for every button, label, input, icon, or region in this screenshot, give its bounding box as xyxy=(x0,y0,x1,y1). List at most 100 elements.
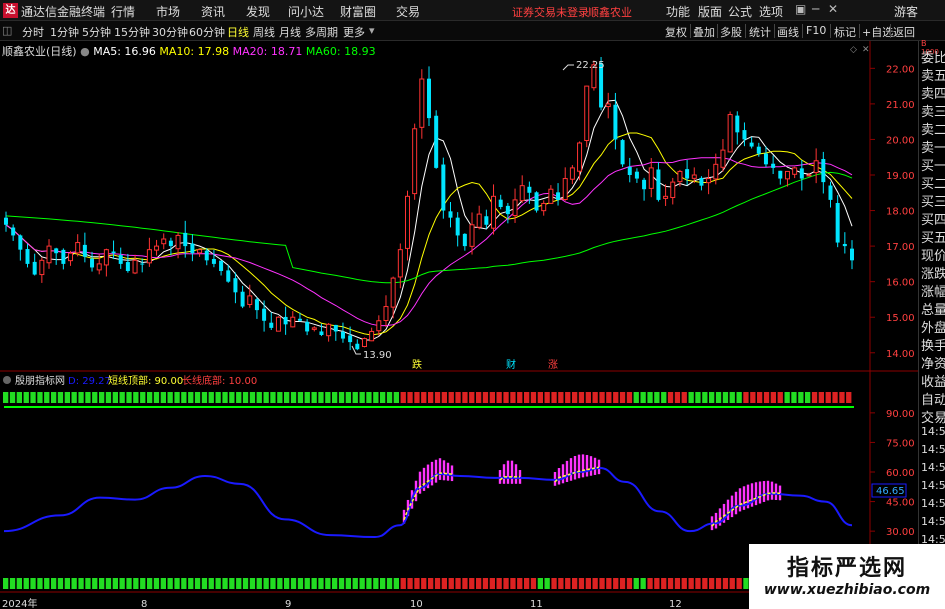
candle-body xyxy=(326,323,332,337)
side-panel-item[interactable]: 自动 xyxy=(921,389,945,408)
period-more[interactable]: 更多 xyxy=(343,24,365,40)
signal-cell xyxy=(51,578,57,589)
period-fenshi[interactable]: 分时 xyxy=(22,24,44,40)
signal-cell xyxy=(236,392,242,403)
signal-cell xyxy=(743,392,749,403)
tool-huaxian[interactable]: 画线 xyxy=(777,24,799,40)
side-panel-item[interactable]: 14:5 xyxy=(921,443,945,456)
collapse-icon[interactable]: ◫ xyxy=(2,24,12,37)
candle-body xyxy=(577,142,583,172)
candle-body xyxy=(383,306,389,321)
ma5-label: MA5: 16.96 xyxy=(93,45,156,58)
signal-cell xyxy=(222,392,228,403)
candle-body xyxy=(190,243,195,254)
signal-cell xyxy=(201,392,208,403)
candle-body xyxy=(792,167,798,175)
signal-cell xyxy=(428,578,434,589)
period-60min[interactable]: 60分钟 xyxy=(189,24,225,40)
menu-faxian[interactable]: 发现 xyxy=(246,3,270,20)
menu-gongneng[interactable]: 功能 xyxy=(666,3,690,20)
toolbar-divider xyxy=(717,24,718,38)
indicator-axis-label: 75.00 xyxy=(886,438,915,449)
tool-back[interactable]: 返回 xyxy=(893,24,915,40)
signal-cell xyxy=(832,392,838,403)
candle-body xyxy=(275,316,281,332)
side-panel-item[interactable]: 14:5 xyxy=(921,515,945,528)
menu-caifuquan[interactable]: 财富圈 xyxy=(340,3,376,20)
signal-cell xyxy=(242,392,249,403)
signal-cell xyxy=(482,578,489,589)
side-panel-item[interactable]: 14:5 xyxy=(921,425,945,438)
period-30min[interactable]: 30分钟 xyxy=(152,24,188,40)
minimize-icon[interactable]: ─ xyxy=(812,2,819,16)
side-panel-item: 买三 xyxy=(921,195,945,210)
side-panel-item: 买五 xyxy=(921,231,945,246)
signal-cell xyxy=(558,392,564,403)
event-label-cai[interactable]: 财 xyxy=(506,358,516,371)
maximize-icon[interactable]: ▣ xyxy=(795,2,806,16)
signal-cell xyxy=(256,392,262,403)
tool-diejia[interactable]: 叠加 xyxy=(693,24,715,40)
tool-f10[interactable]: F10 xyxy=(806,24,826,37)
period-1min[interactable]: 1分钟 xyxy=(50,24,79,40)
close-icon[interactable]: ✕ xyxy=(828,2,838,16)
side-panel-item[interactable]: 14:5 xyxy=(921,479,945,492)
period-daily[interactable]: 日线 xyxy=(227,24,249,40)
event-label-zhang[interactable]: 涨 xyxy=(548,359,558,371)
period-monthly[interactable]: 月线 xyxy=(279,24,301,40)
tool-biaoji[interactable]: 标记 xyxy=(834,24,856,40)
candle-body xyxy=(226,270,231,282)
side-panel-item[interactable]: 14:5 xyxy=(921,497,945,510)
menu-banmian[interactable]: 版面 xyxy=(698,3,722,20)
tool-duogu[interactable]: 多股 xyxy=(720,24,742,40)
period-15min[interactable]: 15分钟 xyxy=(114,24,150,40)
more-dropdown-icon[interactable]: ▾ xyxy=(369,24,375,37)
tool-tongji[interactable]: 统计 xyxy=(749,24,771,40)
signal-cell xyxy=(263,392,269,403)
period-multi[interactable]: 多周期 xyxy=(305,24,338,40)
event-label-die[interactable]: 跌 xyxy=(412,358,422,371)
signal-cell xyxy=(380,578,386,589)
signal-cell xyxy=(64,578,70,589)
side-panel-item[interactable]: 交易 xyxy=(921,407,945,426)
signal-cell xyxy=(338,392,345,403)
login-warning[interactable]: 证券交易未登录 xyxy=(512,4,589,20)
signal-cell xyxy=(386,392,393,403)
diamond-icon[interactable]: ◇ xyxy=(850,45,857,55)
signal-cell xyxy=(119,392,125,403)
candle-body xyxy=(706,178,712,184)
guest-button[interactable]: 游客 xyxy=(894,3,918,20)
candle-body xyxy=(677,170,683,183)
signal-cell xyxy=(441,578,447,589)
menu-jiaoyi[interactable]: 交易 xyxy=(396,3,420,20)
candle-body xyxy=(283,316,288,325)
signal-cell xyxy=(681,392,687,403)
signal-cell xyxy=(236,578,242,589)
menu-zixun[interactable]: 资讯 xyxy=(201,3,225,20)
signal-cell xyxy=(57,392,64,403)
ma60-label: MA60: 18.93 xyxy=(305,45,376,58)
candle-body xyxy=(806,174,812,177)
stock-name-tab[interactable]: 顺鑫农业 xyxy=(588,4,632,20)
signal-cell xyxy=(126,578,132,589)
legend-settings-icon[interactable]: ● xyxy=(80,45,90,58)
ma20-label: MA20: 18.71 xyxy=(232,45,303,58)
period-weekly[interactable]: 周线 xyxy=(253,24,275,40)
tool-add-watchlist[interactable]: +自选 xyxy=(862,24,893,40)
period-5min[interactable]: 5分钟 xyxy=(82,24,111,40)
menu-shichang[interactable]: 市场 xyxy=(156,3,180,20)
menu-gongshi[interactable]: 公式 xyxy=(728,3,752,20)
close-chart-icon[interactable]: ✕ xyxy=(862,45,870,55)
candle-body xyxy=(25,249,30,264)
tool-fuquan[interactable]: 复权 xyxy=(665,24,687,40)
kline-chart[interactable]: 22.00 21.00 20.00 19.00 18.00 17.00 16.00 15.00… xyxy=(0,41,918,609)
menu-xuanxiang[interactable]: 选项 xyxy=(759,3,783,20)
candle-body xyxy=(75,242,81,254)
candle-body xyxy=(146,249,152,264)
menu-hangqing[interactable]: 行情 xyxy=(111,3,135,20)
candle-body xyxy=(319,331,324,335)
indicator-settings-icon[interactable] xyxy=(3,376,11,384)
side-panel-item[interactable]: 14:5 xyxy=(921,461,945,474)
signal-cell xyxy=(661,392,667,403)
menu-wenxiaoda[interactable]: 问小达 xyxy=(288,3,324,20)
